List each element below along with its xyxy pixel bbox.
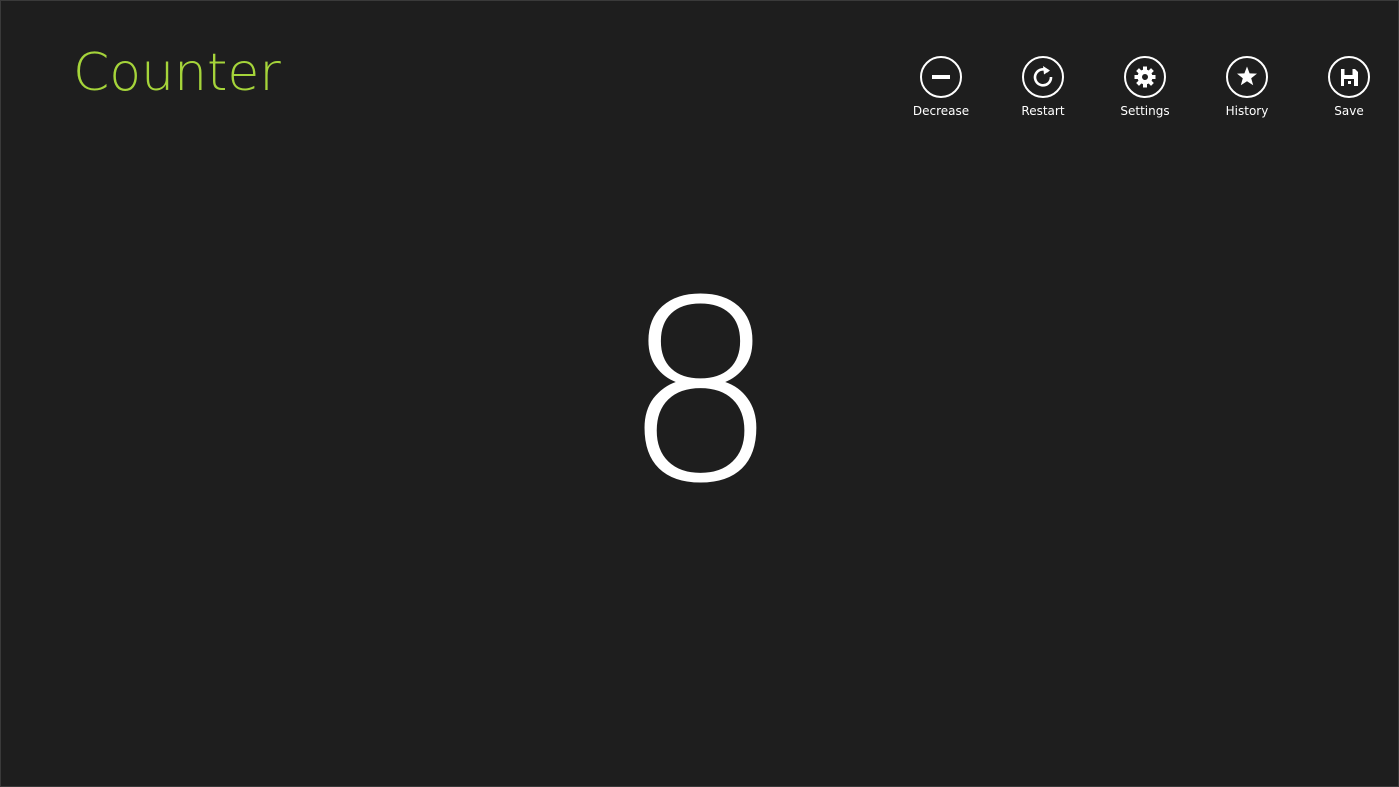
app-window: Counter Decrease Restart Settings Histor… bbox=[0, 0, 1399, 787]
refresh-icon bbox=[1022, 56, 1064, 98]
gear-icon bbox=[1124, 56, 1166, 98]
history-button[interactable]: History bbox=[1197, 55, 1297, 125]
history-label: History bbox=[1225, 104, 1269, 118]
page-title: Counter bbox=[73, 43, 281, 103]
restart-label: Restart bbox=[1021, 104, 1065, 118]
restart-button[interactable]: Restart bbox=[993, 55, 1093, 125]
settings-label: Settings bbox=[1120, 104, 1170, 118]
floppy-disk-icon bbox=[1328, 56, 1370, 98]
save-button[interactable]: Save bbox=[1299, 55, 1399, 125]
counter-value[interactable]: 8 bbox=[1, 263, 1399, 523]
decrease-label: Decrease bbox=[912, 104, 970, 118]
settings-button[interactable]: Settings bbox=[1095, 55, 1195, 125]
minus-icon bbox=[920, 56, 962, 98]
decrease-button[interactable]: Decrease bbox=[891, 55, 991, 125]
save-label: Save bbox=[1334, 104, 1364, 118]
app-bar: Decrease Restart Settings History Save bbox=[891, 55, 1399, 125]
star-icon bbox=[1226, 56, 1268, 98]
